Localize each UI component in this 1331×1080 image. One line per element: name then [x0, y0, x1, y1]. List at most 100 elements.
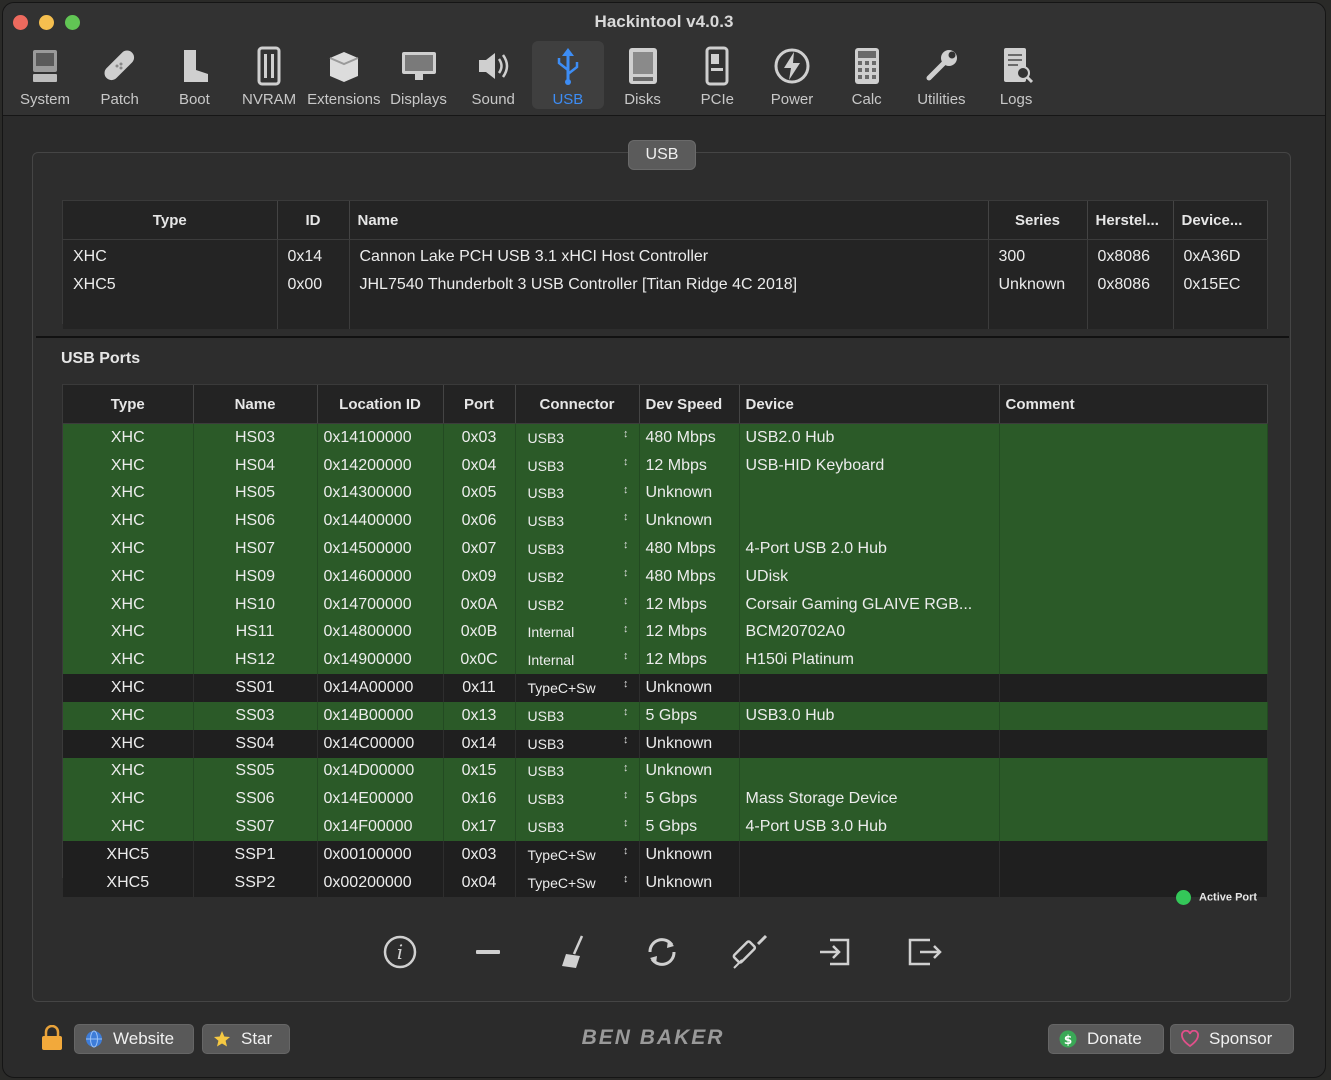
usb-port-row[interactable]: XHC HS04 0x14200000 0x04 USB3 ↕ 12 Mbps USB-HID…	[63, 451, 1268, 480]
broom-icon[interactable]	[554, 932, 594, 972]
connector-value: USB3	[527, 541, 565, 558]
controller-row[interactable]: XHC5 0x00 JHL7540 Thunderbolt 3 USB Contro…	[63, 271, 1268, 299]
donate-button[interactable]: $ Donate	[1048, 1024, 1164, 1054]
port-comment-cell[interactable]	[999, 840, 1268, 869]
connector-select[interactable]: USB3 ↕	[515, 451, 640, 480]
connector-select[interactable]: Internal ↕	[515, 618, 640, 647]
connector-select[interactable]: USB3 ↕	[515, 423, 640, 452]
controllers-column-header[interactable]: Series	[988, 201, 1088, 240]
toolbar-item-extensions[interactable]: Extensions	[307, 41, 380, 109]
info-icon[interactable]: i	[380, 932, 420, 972]
connector-select[interactable]: USB3 ↕	[515, 535, 640, 563]
usb-port-row[interactable]: XHC HS12 0x14900000 0x0C Internal ↕ 12 Mbps H15…	[63, 646, 1268, 675]
port-comment-cell[interactable]	[999, 451, 1268, 480]
export-icon[interactable]	[904, 932, 944, 972]
toolbar-item-utilities[interactable]: Utilities	[905, 41, 977, 109]
ports-column-header[interactable]: Name	[193, 385, 318, 424]
ports-column-header[interactable]: Connector	[515, 385, 640, 424]
usb-port-row[interactable]: XHC SS01 0x14A00000 0x11 TypeC+Sw ↕ Unknown	[63, 674, 1268, 702]
port-comment-cell[interactable]	[999, 674, 1268, 702]
toolbar-item-sound[interactable]: Sound	[457, 41, 529, 109]
toolbar-item-pcie[interactable]: PCIe	[681, 41, 753, 109]
ports-column-header[interactable]: Device	[739, 385, 1000, 424]
port-name-cell: SS06	[193, 785, 318, 814]
controllers-column-header[interactable]: Type	[63, 201, 278, 240]
port-comment-cell[interactable]	[999, 618, 1268, 647]
connector-select[interactable]: USB3 ↕	[515, 757, 640, 786]
toolbar-item-system[interactable]: System	[9, 41, 81, 109]
toolbar-item-nvram[interactable]: NVRAM	[233, 41, 305, 109]
usb-port-row[interactable]: XHC SS06 0x14E00000 0x16 USB3 ↕ 5 Gbps Mass Sto…	[63, 785, 1268, 814]
lock-icon[interactable]	[40, 1025, 64, 1051]
connector-select[interactable]: USB3 ↕	[515, 507, 640, 536]
toolbar-item-logs[interactable]: Logs	[980, 41, 1052, 109]
port-port-cell: 0x11	[443, 674, 516, 702]
controllers-column-header[interactable]: Name	[349, 201, 989, 240]
usb-port-row[interactable]: XHC5 SSP1 0x00100000 0x03 TypeC+Sw ↕ Unknown	[63, 840, 1268, 869]
usb-port-row[interactable]: XHC SS03 0x14B00000 0x13 USB3 ↕ 5 Gbps USB3.0 H…	[63, 701, 1268, 730]
port-comment-cell[interactable]	[999, 423, 1268, 452]
usb-port-row[interactable]: XHC HS06 0x14400000 0x06 USB3 ↕ Unknown	[63, 507, 1268, 536]
connector-value: USB3	[527, 457, 565, 474]
connector-select[interactable]: USB3 ↕	[515, 729, 640, 758]
connector-select[interactable]: TypeC+Sw ↕	[515, 674, 640, 702]
website-button[interactable]: Website	[74, 1024, 194, 1054]
toolbar-item-patch[interactable]: Patch	[84, 41, 156, 109]
controller-row[interactable]: XHC 0x14 Cannon Lake PCH USB 3.1 xHCI Host…	[63, 239, 1268, 271]
connector-select[interactable]: TypeC+Sw ↕	[515, 868, 640, 897]
controllers-column-header[interactable]: Herstel...	[1087, 201, 1174, 240]
port-speed-cell: 5 Gbps	[639, 813, 740, 841]
usb-port-row[interactable]: XHC HS07 0x14500000 0x07 USB3 ↕ 480 Mbps 4-Port…	[63, 535, 1268, 563]
usb-port-row[interactable]: XHC HS03 0x14100000 0x03 USB3 ↕ 480 Mbps USB2.0…	[63, 423, 1268, 452]
connector-select[interactable]: USB3 ↕	[515, 701, 640, 730]
port-comment-cell[interactable]	[999, 507, 1268, 536]
toolbar-item-power[interactable]: Power	[756, 41, 828, 109]
connector-select[interactable]: USB3 ↕	[515, 785, 640, 814]
port-comment-cell[interactable]	[999, 757, 1268, 786]
ports-column-header[interactable]: Dev Speed	[639, 385, 740, 424]
usb-port-row[interactable]: XHC HS05 0x14300000 0x05 USB3 ↕ Unknown	[63, 479, 1268, 508]
usb-port-row[interactable]: XHC HS10 0x14700000 0x0A USB2 ↕ 12 Mbps Corsair…	[63, 590, 1268, 619]
import-icon[interactable]	[816, 932, 856, 972]
port-comment-cell[interactable]	[999, 590, 1268, 619]
panel-tab-usb[interactable]: USB	[628, 140, 696, 170]
toolbar-item-disks[interactable]: Disks	[607, 41, 679, 109]
controllers-column-header[interactable]: Device...	[1173, 201, 1268, 240]
usb-port-row[interactable]: XHC5 SSP2 0x00200000 0x04 TypeC+Sw ↕ Unknown	[63, 868, 1268, 897]
connector-select[interactable]: USB3 ↕	[515, 479, 640, 508]
port-comment-cell[interactable]	[999, 479, 1268, 508]
connector-select[interactable]: USB3 ↕	[515, 813, 640, 841]
ports-column-header[interactable]: Comment	[999, 385, 1268, 424]
port-comment-cell[interactable]	[999, 646, 1268, 675]
toolbar-item-usb[interactable]: USB	[531, 41, 604, 109]
syringe-icon[interactable]	[730, 932, 770, 972]
toolbar-item-displays[interactable]: Displays	[383, 41, 455, 109]
port-comment-cell[interactable]	[999, 562, 1268, 591]
connector-select[interactable]: USB2 ↕	[515, 590, 640, 619]
port-comment-cell[interactable]	[999, 729, 1268, 758]
ports-column-header[interactable]: Type	[63, 385, 194, 424]
minus-icon[interactable]	[468, 932, 508, 972]
port-comment-cell[interactable]	[999, 535, 1268, 563]
usb-port-row[interactable]: XHC HS11 0x14800000 0x0B Internal ↕ 12 Mbps BCM…	[63, 618, 1268, 647]
port-comment-cell[interactable]	[999, 701, 1268, 730]
usb-port-row[interactable]: XHC SS04 0x14C00000 0x14 USB3 ↕ Unknown	[63, 729, 1268, 758]
ports-column-header[interactable]: Port	[443, 385, 516, 424]
connector-select[interactable]: USB2 ↕	[515, 562, 640, 591]
ports-column-header[interactable]: Location ID	[317, 385, 444, 424]
refresh-icon[interactable]	[642, 932, 682, 972]
connector-select[interactable]: TypeC+Sw ↕	[515, 840, 640, 869]
port-comment-cell[interactable]	[999, 813, 1268, 841]
port-type-cell: XHC	[63, 562, 194, 591]
toolbar-item-calc[interactable]: Calc	[831, 41, 903, 109]
connector-select[interactable]: Internal ↕	[515, 646, 640, 675]
star-button[interactable]: Star	[202, 1024, 290, 1054]
controllers-column-header[interactable]: ID	[277, 201, 350, 240]
port-port-cell: 0x0C	[443, 646, 516, 675]
toolbar-item-boot[interactable]: Boot	[158, 41, 230, 109]
sponsor-button[interactable]: Sponsor	[1170, 1024, 1294, 1054]
usb-port-row[interactable]: XHC SS05 0x14D00000 0x15 USB3 ↕ Unknown	[63, 757, 1268, 786]
usb-port-row[interactable]: XHC SS07 0x14F00000 0x17 USB3 ↕ 5 Gbps 4-Port U…	[63, 813, 1268, 841]
usb-port-row[interactable]: XHC HS09 0x14600000 0x09 USB2 ↕ 480 Mbps UDisk	[63, 562, 1268, 591]
port-comment-cell[interactable]	[999, 785, 1268, 814]
